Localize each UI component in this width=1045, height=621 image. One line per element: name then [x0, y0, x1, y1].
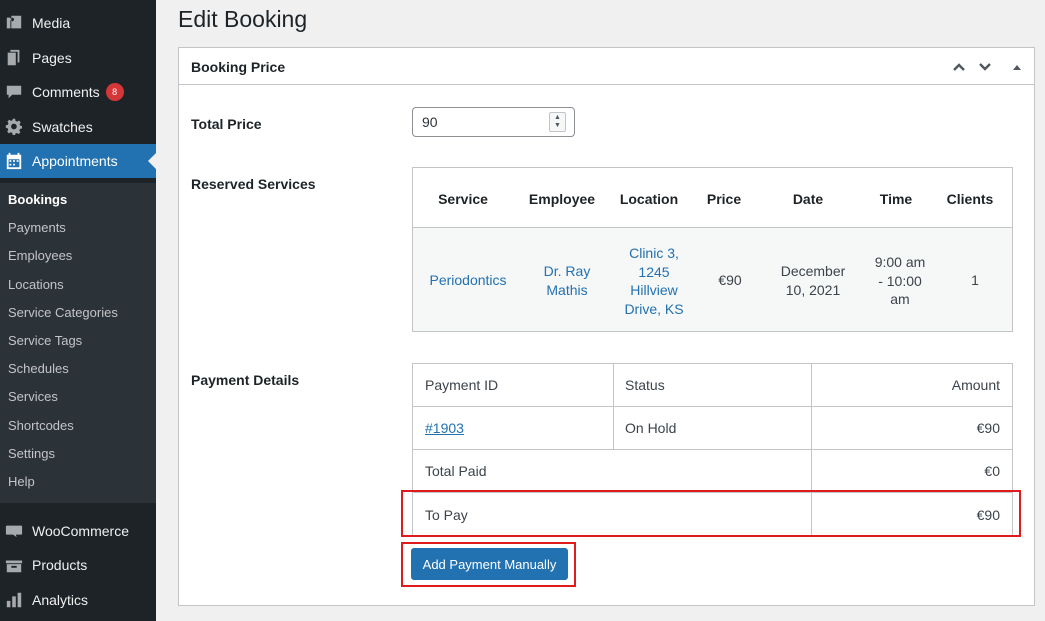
chevron-down-icon	[979, 63, 991, 71]
payment-details-label: Payment Details	[191, 372, 300, 388]
move-down-button[interactable]	[975, 57, 995, 77]
pages-icon	[5, 49, 23, 67]
sidebar-item-comments[interactable]: Comments 8	[0, 75, 156, 109]
payment-status: On Hold	[625, 420, 677, 436]
to-pay-highlight-box	[401, 490, 1021, 537]
sidebar-item-analytics[interactable]: Analytics	[0, 583, 156, 617]
column-header-status: Status	[625, 377, 665, 393]
column-header-payment-id: Payment ID	[425, 377, 499, 393]
sidebar-item-swatches[interactable]: Swatches	[0, 110, 156, 144]
analytics-icon	[5, 591, 23, 609]
media-icon	[5, 14, 23, 32]
submenu-item-services[interactable]: Services	[8, 389, 58, 404]
column-header-date: Date	[792, 191, 824, 207]
sidebar-item-media[interactable]: Media	[0, 6, 156, 40]
column-header-employee: Employee	[528, 191, 596, 207]
service-price: €90	[718, 272, 742, 288]
service-time: 9:00 am - 10:00 am	[874, 254, 926, 307]
appointments-submenu: Bookings Payments Employees Locations Se…	[0, 183, 156, 503]
sidebar-item-products[interactable]: Products	[0, 548, 156, 582]
submenu-item-payments[interactable]: Payments	[8, 220, 66, 235]
comments-count-badge: 8	[105, 83, 124, 101]
gear-icon	[5, 118, 23, 136]
submenu-item-service-categories[interactable]: Service Categories	[8, 305, 118, 320]
total-price-input[interactable]: 90 ▲ ▼	[412, 107, 575, 137]
sidebar-item-woocommerce[interactable]: WooCommerce	[0, 514, 156, 548]
column-header-price: Price	[706, 191, 742, 207]
submenu-item-settings[interactable]: Settings	[8, 446, 55, 461]
service-date: December 10, 2021	[780, 263, 846, 298]
payment-table-header: Payment ID Status Amount	[413, 364, 1012, 407]
reserved-services-label: Reserved Services	[191, 176, 316, 192]
total-paid-row: Total Paid €0	[413, 450, 1012, 493]
submenu-item-locations[interactable]: Locations	[8, 277, 64, 292]
services-table-header: Service Employee Location Price Date Tim…	[413, 168, 1012, 228]
total-paid-label: Total Paid	[425, 463, 487, 479]
service-link[interactable]: Periodontics	[429, 271, 506, 290]
submenu-item-schedules[interactable]: Schedules	[8, 361, 69, 376]
reserved-services-table: Service Employee Location Price Date Tim…	[412, 167, 1013, 332]
column-header-service: Service	[438, 191, 488, 207]
submenu-item-service-tags[interactable]: Service Tags	[8, 333, 82, 348]
price-stepper[interactable]: ▲ ▼	[549, 112, 566, 132]
comments-icon	[5, 83, 23, 101]
button-highlight-box	[401, 542, 576, 587]
table-row: #1903 On Hold €90	[413, 407, 1012, 450]
column-header-amount: Amount	[951, 377, 1000, 393]
stepper-up-icon: ▲	[554, 114, 561, 121]
column-header-location: Location	[619, 191, 679, 207]
submenu-item-help[interactable]: Help	[8, 474, 35, 489]
submenu-item-shortcodes[interactable]: Shortcodes	[8, 418, 74, 433]
page-title: Edit Booking	[178, 6, 308, 32]
products-icon	[5, 556, 23, 574]
service-clients: 1	[971, 272, 979, 288]
sidebar-item-appointments[interactable]: Appointments	[0, 144, 156, 178]
payment-id-link[interactable]: #1903	[425, 420, 464, 436]
stepper-down-icon: ▼	[554, 122, 561, 129]
chevron-up-icon	[953, 63, 965, 71]
payment-amount: €90	[976, 420, 1000, 436]
table-row: Periodontics Dr. Ray Mathis Clinic 3, 12…	[413, 228, 1012, 331]
total-paid-amount: €0	[984, 463, 1000, 479]
column-header-time: Time	[879, 191, 913, 207]
location-link[interactable]: Clinic 3, 1245 Hillview Drive, KS	[624, 244, 683, 318]
total-price-value: 90	[422, 114, 438, 130]
toggle-panel-button[interactable]	[1007, 57, 1027, 77]
panel-header: Booking Price	[179, 48, 1034, 85]
admin-sidebar: Media Pages Comments 8 Swatches Appointm…	[0, 0, 156, 621]
calendar-icon	[5, 152, 23, 170]
sidebar-item-pages[interactable]: Pages	[0, 41, 156, 75]
total-price-label: Total Price	[191, 116, 262, 132]
employee-link[interactable]: Dr. Ray Mathis	[544, 262, 591, 299]
column-header-clients: Clients	[946, 191, 994, 207]
move-up-button[interactable]	[949, 57, 969, 77]
woocommerce-icon	[5, 522, 23, 540]
triangle-up-icon	[1013, 65, 1021, 70]
submenu-item-bookings[interactable]: Bookings	[8, 192, 67, 207]
panel-title: Booking Price	[191, 59, 286, 75]
submenu-item-employees[interactable]: Employees	[8, 248, 72, 263]
